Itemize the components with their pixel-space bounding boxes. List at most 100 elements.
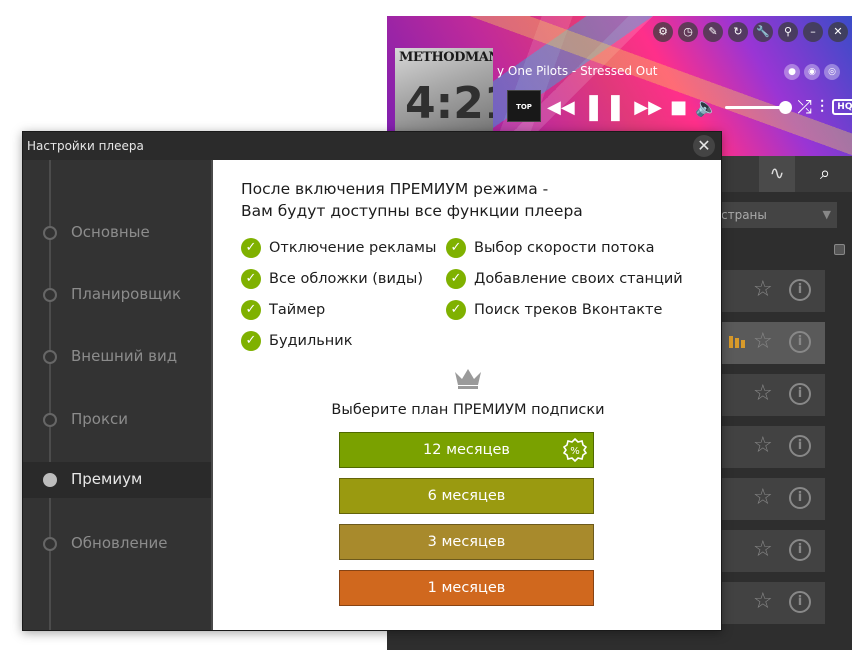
chrome-icon[interactable]: ◉ — [804, 64, 820, 80]
settings-sidebar: Основные Планировщик Внешний вид Прокси … — [23, 160, 213, 630]
hq-toggle[interactable]: HQ — [832, 99, 852, 115]
star-icon[interactable]: ☆ — [753, 486, 773, 510]
refresh-icon[interactable]: ↻ — [728, 22, 748, 42]
star-icon[interactable]: ☆ — [753, 382, 773, 406]
plan-1-month-button[interactable]: 1 месяцев — [339, 570, 594, 606]
volume-knob[interactable] — [779, 100, 793, 114]
pin-icon[interactable]: ⚲ — [778, 22, 798, 42]
plan-12-months-button[interactable]: 12 месяцев % — [339, 432, 594, 468]
shuffle-icon[interactable]: ⤮ — [797, 97, 811, 118]
info-icon[interactable]: i — [789, 331, 811, 353]
rewind-icon[interactable]: ◀◀ — [547, 97, 575, 118]
sidebar-item-basic[interactable]: Основные — [23, 215, 211, 251]
close-button[interactable]: ✕ — [693, 135, 715, 157]
feature-item: ✓ Все обложки (виды) — [241, 268, 423, 290]
nav-dot-icon — [43, 226, 57, 240]
discount-badge-icon: % — [563, 438, 587, 462]
select-all-checkbox[interactable] — [834, 244, 845, 255]
check-icon: ✓ — [446, 238, 466, 258]
settings-dialog: Настройки плеера ✕ Основные Планировщик … — [22, 131, 722, 631]
crown-icon — [455, 369, 481, 389]
plan-6-months-button[interactable]: 6 месяцев — [339, 478, 594, 514]
window-controls: ⚙ ◷ ✎ ↻ 🔧 ⚲ – ✕ — [653, 22, 848, 42]
info-icon[interactable]: i — [789, 383, 811, 405]
sidebar-item-scheduler[interactable]: Планировщик — [23, 277, 211, 313]
info-icon[interactable]: i — [789, 487, 811, 509]
chevron-down-icon: ▼ — [822, 208, 831, 221]
premium-panel: После включения ПРЕМИУМ режима - Вам буд… — [215, 160, 721, 630]
sidebar-item-label: Обновление — [71, 534, 168, 552]
info-icon[interactable]: i — [789, 279, 811, 301]
sidebar-item-label: Планировщик — [71, 285, 182, 303]
feature-label: Добавление своих станций — [474, 271, 683, 287]
social-icon-3[interactable]: ◎ — [824, 64, 840, 80]
sidebar-item-label: Премиум — [71, 470, 143, 488]
list-item[interactable]: ☆ i — [717, 322, 825, 364]
sidebar-item-appearance[interactable]: Внешний вид — [23, 339, 211, 375]
country-select-value: страны — [721, 208, 767, 222]
svg-text:%: % — [570, 446, 580, 457]
star-icon[interactable]: ☆ — [753, 434, 773, 458]
feature-item: ✓ Таймер — [241, 299, 325, 321]
clock-icon[interactable]: ◷ — [678, 22, 698, 42]
star-icon[interactable]: ☆ — [753, 278, 773, 302]
share-buttons: ● ◉ ◎ — [784, 64, 840, 80]
info-icon[interactable]: i — [789, 539, 811, 561]
sidebar-item-proxy[interactable]: Прокси — [23, 402, 211, 438]
wave-tab-icon[interactable]: ∿ — [759, 156, 795, 192]
dialog-titlebar: Настройки плеера ✕ — [23, 132, 721, 160]
feature-label: Выбор скорости потока — [474, 240, 655, 256]
plan-label: 3 месяцев — [427, 534, 506, 550]
info-icon[interactable]: i — [789, 591, 811, 613]
equalizer-icon[interactable]: ⫶ — [820, 97, 825, 118]
wrench-icon[interactable]: 🔧 — [753, 22, 773, 42]
list-item[interactable]: ☆ i — [717, 582, 825, 624]
volume-icon[interactable]: 🔈 — [695, 97, 717, 118]
plan-label: 6 месяцев — [427, 488, 506, 504]
track-title: y One Pilots - Stressed Out — [497, 64, 658, 78]
playing-bars-icon — [729, 336, 745, 348]
star-icon[interactable]: ☆ — [753, 590, 773, 614]
nav-dot-icon — [43, 288, 57, 302]
stop-icon[interactable]: ■ — [670, 97, 687, 118]
nav-dot-icon — [43, 473, 57, 487]
sidebar-item-premium[interactable]: Премиум — [23, 462, 211, 498]
plan-label: 12 месяцев — [423, 442, 510, 458]
sidebar-item-update[interactable]: Обновление — [23, 526, 211, 562]
close-icon[interactable]: ✕ — [828, 22, 848, 42]
forward-icon[interactable]: ▶▶ — [634, 97, 662, 118]
social-icon-1[interactable]: ● — [784, 64, 800, 80]
star-icon[interactable]: ☆ — [753, 330, 773, 354]
list-item[interactable]: ☆ i — [717, 374, 825, 416]
feature-item: ✓ Выбор скорости потока — [446, 237, 654, 259]
feature-label: Отключение рекламы — [269, 240, 437, 256]
transport-controls: ◀◀ ❚❚ ▶▶ ■ 🔈 ⤮ ⫶ HQ — [547, 92, 852, 122]
list-item[interactable]: ☆ i — [717, 478, 825, 520]
settings-icon[interactable]: ⚙ — [653, 22, 673, 42]
pause-icon[interactable]: ❚❚ — [583, 92, 627, 122]
sidebar-item-label: Внешний вид — [71, 347, 178, 365]
list-item[interactable]: ☆ i — [717, 270, 825, 312]
feature-label: Все обложки (виды) — [269, 271, 424, 287]
plan-3-months-button[interactable]: 3 месяцев — [339, 524, 594, 560]
check-icon: ✓ — [241, 300, 261, 320]
search-icon[interactable]: ⌕ — [807, 156, 843, 192]
check-icon: ✓ — [241, 269, 261, 289]
info-icon[interactable]: i — [789, 435, 811, 457]
pencil-icon[interactable]: ✎ — [703, 22, 723, 42]
feature-label: Поиск треков Вконтакте — [474, 302, 663, 318]
dialog-title: Настройки плеера — [27, 139, 144, 153]
check-icon: ✓ — [241, 331, 261, 351]
top200-badge[interactable]: TOP 200 — [507, 90, 541, 143]
minimize-icon[interactable]: – — [803, 22, 823, 42]
sidebar-item-label: Основные — [71, 223, 150, 241]
country-select[interactable]: страны ▼ — [717, 202, 837, 228]
list-item[interactable]: ☆ i — [717, 530, 825, 572]
feature-item: ✓ Будильник — [241, 330, 352, 352]
star-icon[interactable]: ☆ — [753, 538, 773, 562]
station-list: ☆ i ☆ i ☆ i ☆ i ☆ i ☆ i ☆ i — [717, 270, 825, 634]
feature-item: ✓ Добавление своих станций — [446, 268, 683, 290]
list-item[interactable]: ☆ i — [717, 426, 825, 468]
album-number: 4:21 — [405, 78, 493, 129]
volume-slider[interactable] — [725, 100, 793, 114]
